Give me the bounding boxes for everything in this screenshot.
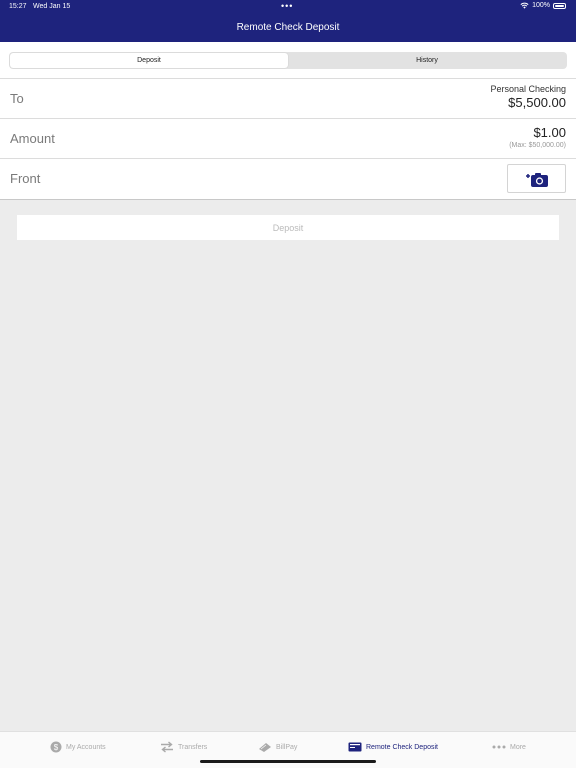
tab-deposit[interactable]: Deposit xyxy=(10,53,288,68)
more-dots-icon xyxy=(492,745,506,749)
amount-value: $1.00 xyxy=(533,125,566,140)
tab-billpay[interactable]: BillPay xyxy=(258,740,297,754)
deposit-button[interactable]: Deposit xyxy=(17,215,559,240)
battery-icon xyxy=(553,2,566,9)
wifi-icon xyxy=(520,2,529,9)
amount-max: (Max: $50,000.00) xyxy=(509,142,566,149)
to-value: Personal Checking $5,500.00 xyxy=(490,84,566,110)
account-balance: $5,500.00 xyxy=(508,95,566,110)
status-date: Wed Jan 15 xyxy=(33,3,71,10)
battery-percent: 100% xyxy=(532,2,550,9)
transfer-arrows-icon xyxy=(161,741,173,753)
amount-row[interactable]: Amount $1.00 (Max: $50,000.00) xyxy=(0,119,576,159)
amount-label: Amount xyxy=(10,131,55,146)
top-bar: 15:27 Wed Jan 15 ••• 100% Remote Check D… xyxy=(0,0,576,42)
tab-label: More xyxy=(510,743,526,751)
front-label: Front xyxy=(10,171,41,186)
tab-label: Remote Check Deposit xyxy=(366,743,438,751)
tab-label: Transfers xyxy=(178,743,208,751)
tab-more[interactable]: More xyxy=(492,740,526,754)
tab-label: My Accounts xyxy=(66,743,106,751)
tab-transfers[interactable]: Transfers xyxy=(160,740,207,754)
check-icon xyxy=(348,742,362,752)
segment-container: Deposit History xyxy=(0,42,576,78)
page-title: Remote Check Deposit xyxy=(236,22,340,33)
svg-text:$: $ xyxy=(54,743,59,752)
multitasking-dots[interactable]: ••• xyxy=(281,1,293,11)
to-label: To xyxy=(10,91,24,106)
tab-remote-check-deposit[interactable]: Remote Check Deposit xyxy=(348,740,438,754)
segmented-control: Deposit History xyxy=(9,52,567,69)
account-name: Personal Checking xyxy=(490,84,566,94)
capture-front-button[interactable] xyxy=(507,164,566,193)
to-row[interactable]: To Personal Checking $5,500.00 xyxy=(0,79,576,119)
add-camera-icon xyxy=(525,172,548,187)
deposit-form: To Personal Checking $5,500.00 Amount $1… xyxy=(0,78,576,200)
status-right: 100% xyxy=(520,2,566,9)
tab-my-accounts[interactable]: $ My Accounts xyxy=(50,740,106,754)
tab-history[interactable]: History xyxy=(288,53,566,68)
status-time: 15:27 xyxy=(9,3,27,10)
amount-value-group: $1.00 (Max: $50,000.00) xyxy=(509,125,566,149)
front-row: Front xyxy=(0,159,576,199)
dollar-circle-icon: $ xyxy=(50,741,62,753)
tab-label: BillPay xyxy=(276,743,298,751)
home-indicator[interactable] xyxy=(200,760,376,763)
billpay-icon xyxy=(259,743,271,752)
